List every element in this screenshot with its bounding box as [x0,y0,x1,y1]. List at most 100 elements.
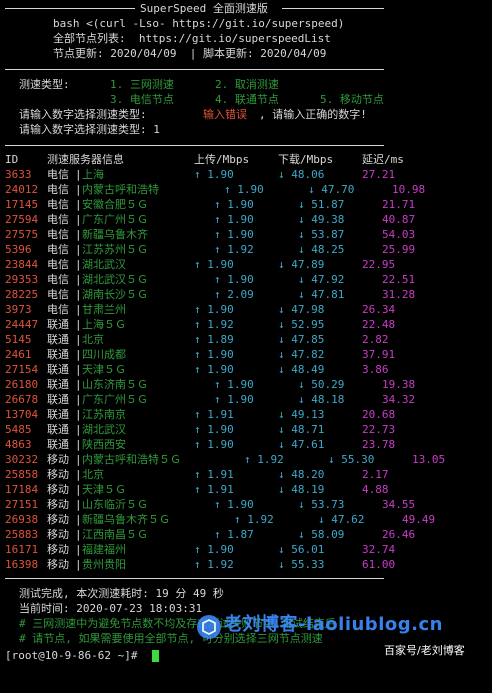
row-upload: ↑ 1.91 [194,483,234,496]
row-separator: | [75,453,82,466]
row-location: 新疆乌鲁木齐 [82,228,148,241]
row-id: 17145 [5,198,39,211]
col-header-server: 测速服务器信息 [47,153,124,166]
row-isp: 电信 [47,303,69,316]
col-header-latency: 延迟/ms [362,153,404,166]
row-separator: | [75,513,82,526]
row-latency: 22.73 [362,423,396,436]
watermark-site: 老刘博客-laoliublog.cn [224,614,443,635]
footer-done: 测试完成, 本次测速耗时: 19 分 49 秒 [19,587,224,600]
row-upload: ↑ 1.90 [214,273,254,286]
row-location: 上海５Ｇ [82,318,126,331]
row-download: ↓ 58.09 [298,528,345,541]
row-location: 福建福州 [82,543,126,556]
row-latency: 20.68 [362,408,396,421]
row-latency: 34.32 [382,393,416,406]
terminal-cursor[interactable] [152,650,159,662]
row-isp: 联通 [47,363,69,376]
row-latency: 22.51 [382,273,416,286]
row-latency: 4.88 [362,483,389,496]
row-upload: ↑ 1.91 [194,408,234,421]
row-separator: | [75,318,82,331]
row-download: ↓ 56.01 [278,543,325,556]
row-upload: ↑ 1.90 [214,498,254,511]
row-latency: 22.95 [362,258,396,271]
row-upload: ↑ 1.91 [194,468,234,481]
row-id: 24012 [5,183,39,196]
row-upload: ↑ 1.92 [234,513,274,526]
row-location: 新疆乌鲁木齐５Ｇ [82,513,170,526]
divider-bottom [5,578,384,579]
row-isp: 电信 [47,168,69,181]
row-location: 天津５Ｇ [82,483,126,496]
menu-prompt-1: 请输入数字选择测速类型: [19,108,147,121]
row-latency: 40.87 [382,213,416,226]
row-separator: | [75,378,82,391]
row-id: 29353 [5,273,39,286]
row-download: ↓ 47.92 [298,273,345,286]
row-latency: 23.78 [362,438,396,451]
row-id: 26938 [5,513,39,526]
row-isp: 电信 [47,273,69,286]
row-isp: 移动 [47,513,69,526]
header-node-list: 全部节点列表: https://git.io/superspeedList [53,32,331,45]
row-latency: 26.46 [382,528,416,541]
row-separator: | [75,393,82,406]
row-location: 内蒙古呼和浩特５Ｇ [82,453,181,466]
row-separator: | [75,528,82,541]
col-header-upload: 上传/Mbps [194,153,250,166]
row-latency: 61.00 [362,558,396,571]
row-location: 内蒙古呼和浩特 [82,183,159,196]
row-upload: ↑ 1.90 [214,393,254,406]
row-latency: 2.17 [362,468,389,481]
header-update: 节点更新: 2020/04/09 | 脚本更新: 2020/04/09 [53,47,327,60]
row-location: 湖北武汉 [82,423,126,436]
row-separator: | [75,483,82,496]
terminal-window[interactable]: SuperSpeed 全面测速版 bash <(curl -Lso- https… [0,0,492,666]
row-isp: 联通 [47,423,69,436]
row-download: ↓ 55.30 [328,453,375,466]
row-download: ↓ 47.81 [298,288,345,301]
row-location: 湖北武汉 [82,258,126,271]
shell-prompt[interactable]: [root@10-9-86-62 ~]# [5,648,144,663]
row-id: 16398 [5,558,39,571]
row-isp: 电信 [47,243,69,256]
row-id: 27594 [5,213,39,226]
row-location: 山东临沂５Ｇ [82,498,148,511]
row-id: 30232 [5,453,39,466]
col-header-download: 下载/Mbps [278,153,334,166]
row-isp: 移动 [47,468,69,481]
menu-option-5: 5. 移动节点 [320,93,384,106]
row-location: 贵州贵阳 [82,558,126,571]
menu-option-1: 1. 三网测速 [110,78,174,91]
row-separator: | [75,303,82,316]
row-upload: ↑ 1.90 [214,378,254,391]
row-download: ↓ 50.29 [298,378,345,391]
row-latency: 3.86 [362,363,389,376]
row-download: ↓ 47.98 [278,303,325,316]
row-separator: | [75,333,82,346]
row-latency: 37.91 [362,348,396,361]
watermark-account: 百家号/老刘博客 [384,644,465,657]
row-latency: 54.03 [382,228,416,241]
row-download: ↓ 55.33 [278,558,325,571]
row-isp: 电信 [47,288,69,301]
row-download: ↓ 49.13 [278,408,325,421]
footer-time: 当前时间: 2020-07-23 18:03:31 [19,602,203,615]
menu-error-rest: , 请输入正确的数字! [259,108,367,121]
row-location: 北京 [82,468,104,481]
row-upload: ↑ 1.90 [224,183,264,196]
row-id: 16171 [5,543,39,556]
divider-mid [5,145,384,146]
row-id: 26678 [5,393,39,406]
row-separator: | [75,348,82,361]
row-isp: 电信 [47,198,69,211]
row-location: 江苏南京 [82,408,126,421]
col-header-id: ID [5,153,19,166]
row-latency: 27.21 [362,168,396,181]
row-latency: 31.28 [382,288,416,301]
row-upload: ↑ 1.92 [194,318,234,331]
row-isp: 移动 [47,498,69,511]
row-separator: | [75,258,82,271]
row-separator: | [75,558,82,571]
